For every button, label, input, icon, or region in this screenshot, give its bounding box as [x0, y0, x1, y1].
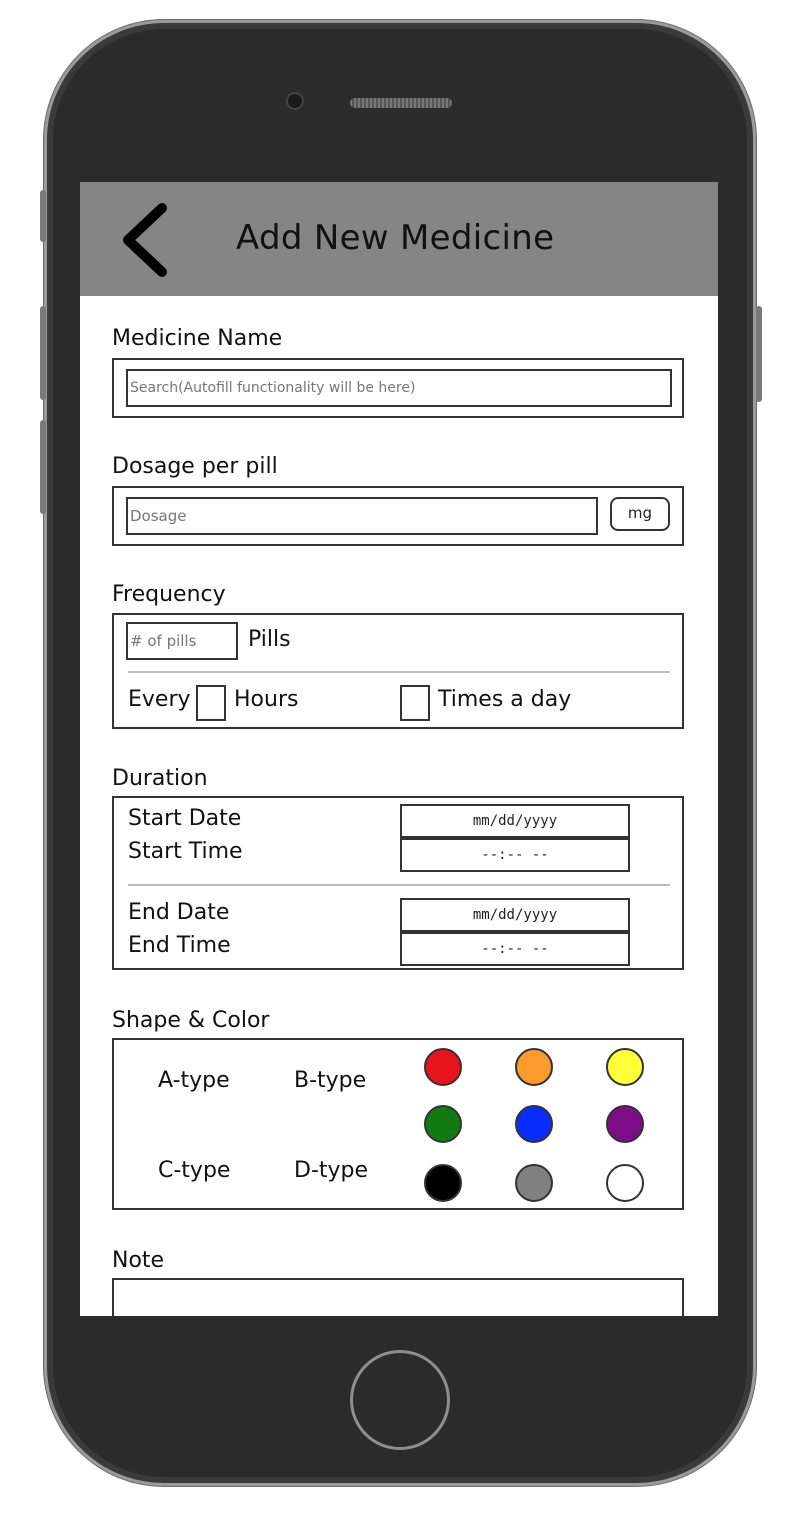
duration-divider [128, 884, 670, 886]
pills-label: Pills [248, 627, 291, 652]
frequency-label: Frequency [112, 582, 226, 607]
chevron-left-icon[interactable] [116, 202, 176, 278]
color-swatch-yellow[interactable] [606, 1048, 644, 1086]
dosage-unit-select[interactable]: mg [610, 497, 670, 531]
app-header: Add New Medicine [80, 182, 718, 296]
times-a-day-label: Times a day [438, 687, 572, 712]
medicine-search-input[interactable] [126, 369, 672, 407]
frequency-box: Pills Every Hours Times a day [112, 613, 684, 729]
start-date-field[interactable]: mm/dd/yyyy [400, 804, 630, 838]
shape-color-box: A-type B-type C-type D-type [112, 1038, 684, 1210]
shape-d-type[interactable]: D-type [294, 1158, 368, 1183]
shape-a-type[interactable]: A-type [158, 1068, 230, 1093]
end-time-label: End Time [128, 933, 231, 958]
end-date-field[interactable]: mm/dd/yyyy [400, 898, 630, 932]
dosage-label: Dosage per pill [112, 454, 278, 479]
every-label: Every [128, 687, 191, 712]
medicine-name-box [112, 358, 684, 418]
pills-count-input[interactable] [126, 622, 238, 660]
hours-label: Hours [234, 687, 299, 712]
times-a-day-input[interactable] [400, 685, 430, 721]
start-time-field[interactable]: --:-- -- [400, 838, 630, 872]
start-time-label: Start Time [128, 839, 243, 864]
volume-down-button [40, 420, 46, 514]
volume-up-button [40, 306, 46, 400]
color-swatch-blue[interactable] [515, 1105, 553, 1143]
page-title: Add New Medicine [236, 218, 555, 258]
shape-color-label: Shape & Color [112, 1008, 270, 1033]
duration-label: Duration [112, 766, 208, 791]
start-date-label: Start Date [128, 806, 242, 831]
power-button [756, 306, 762, 402]
shape-b-type[interactable]: B-type [294, 1068, 366, 1093]
earpiece-speaker [350, 98, 452, 108]
end-time-field[interactable]: --:-- -- [400, 932, 630, 966]
front-camera [286, 92, 304, 110]
dosage-input[interactable] [126, 497, 598, 535]
color-swatch-green[interactable] [424, 1105, 462, 1143]
end-date-label: End Date [128, 900, 230, 925]
color-swatch-gray[interactable] [515, 1164, 553, 1202]
mute-switch [40, 190, 46, 242]
color-swatch-red[interactable] [424, 1048, 462, 1086]
home-button[interactable] [350, 1350, 450, 1450]
duration-box: Start Date mm/dd/yyyy Start Time --:-- -… [112, 796, 684, 970]
note-textarea[interactable] [112, 1278, 684, 1316]
dosage-box: mg [112, 486, 684, 546]
frequency-divider [128, 671, 670, 673]
medicine-name-label: Medicine Name [112, 326, 283, 351]
color-swatch-purple[interactable] [606, 1105, 644, 1143]
color-swatch-white[interactable] [606, 1164, 644, 1202]
note-label: Note [112, 1248, 165, 1273]
color-swatch-orange[interactable] [515, 1048, 553, 1086]
shape-c-type[interactable]: C-type [158, 1158, 230, 1183]
app-screen: Add New Medicine Medicine Name Dosage pe… [80, 182, 718, 1316]
hours-input[interactable] [196, 685, 226, 721]
color-swatch-black[interactable] [424, 1164, 462, 1202]
